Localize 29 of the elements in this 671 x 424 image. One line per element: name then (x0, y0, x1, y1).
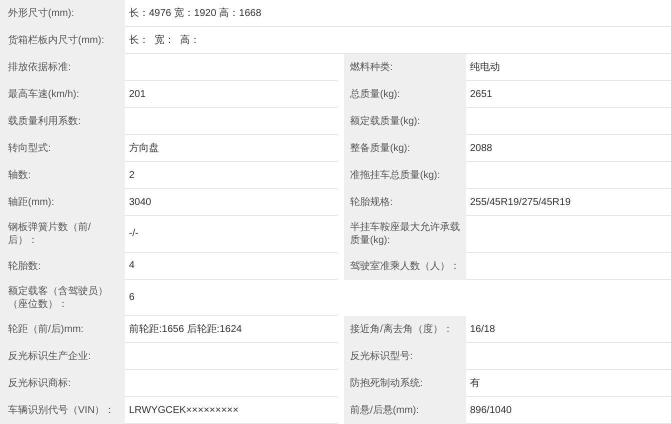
field-label: 反光标识型号: (350, 350, 413, 363)
field-label: 货箱栏板内尺寸(mm): (8, 34, 104, 47)
field-label: 轮胎数: (8, 260, 41, 272)
field-label: 轴数: (8, 169, 31, 182)
field-label: 载质量利用系数: (8, 115, 81, 128)
field-label: 半挂车鞍座最大允许承载质量(kg): (350, 221, 461, 248)
field-label: 轴距(mm): (8, 196, 54, 209)
field-label: 最高车速(km/h): (8, 88, 80, 101)
field-label: 轮距（前/后)mm: (8, 323, 84, 336)
field-label: 总质量(kg): (350, 88, 400, 101)
field-label: 防抱死制动系统: (350, 377, 423, 390)
field-label: 额定载质量(kg): (350, 115, 420, 128)
field-label: 额定载客（含驾驶员）（座位数）： (8, 284, 109, 311)
field-label: 前悬/后悬(mm): (350, 404, 419, 417)
field-label: 接近角/离去角（度）： (350, 323, 453, 336)
field-label: 排放依据标准: (8, 61, 71, 74)
field-label: 轮胎规格: (350, 196, 393, 209)
field-label: 反光标识商标: (8, 377, 71, 390)
field-label: 车辆识别代号（VIN）： (8, 404, 115, 417)
field-label: 驾驶室准乘人数（人）： (350, 260, 460, 272)
table-cell: 6 (125, 280, 338, 316)
field-label: 整备质量(kg): (350, 142, 410, 155)
field-label: 转向型式: (8, 142, 51, 155)
field-label: 反光标识生产企业: (8, 350, 91, 363)
field-label: 外形尺寸(mm): (8, 7, 74, 20)
table-cell: 4 (125, 252, 338, 280)
field-label: 准拖挂车总质量(kg): (350, 169, 440, 182)
field-label: 钢板弹簧片数（前/后）： (8, 221, 92, 248)
field-label: 燃料种类: (350, 61, 393, 74)
